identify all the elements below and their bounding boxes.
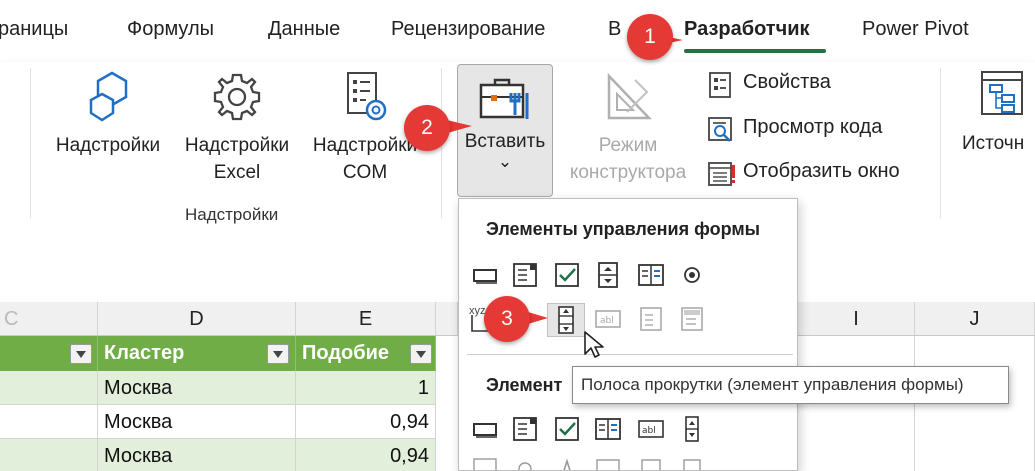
activex-toggle-icon[interactable] — [637, 457, 665, 471]
step-badge-three: 3 — [484, 296, 530, 342]
tab-data[interactable]: Данные — [268, 18, 340, 41]
activex-scroll-bar-icon[interactable] — [471, 457, 499, 471]
excel-addins-label-2: Excel — [213, 162, 261, 183]
checkbox-control-icon[interactable] — [553, 261, 581, 289]
table-cell[interactable] — [0, 439, 98, 471]
spin-button-icon[interactable] — [594, 261, 622, 289]
combo-box-icon[interactable] — [511, 261, 539, 289]
column-header-d[interactable]: D — [98, 302, 296, 336]
view-code-label: Просмотр кода — [743, 116, 883, 138]
tab-review[interactable]: Рецензирование — [391, 18, 545, 41]
column-header-e[interactable]: E — [296, 302, 436, 336]
similarity-header-label: Подобие — [302, 342, 390, 364]
table-cell[interactable] — [0, 371, 98, 405]
active-tab-indicator — [684, 49, 826, 53]
activex-list-box-icon[interactable] — [594, 415, 622, 443]
svg-text:abl: abl — [600, 316, 614, 326]
tab-power-pivot[interactable]: Power Pivot — [862, 18, 969, 41]
table-cell[interactable] — [0, 405, 98, 439]
button-control-icon[interactable] — [471, 261, 499, 289]
design-mode-button[interactable]: Режим конструктора — [562, 70, 694, 186]
ribbon-separator — [30, 68, 31, 218]
column-header-j[interactable]: J — [915, 302, 1035, 336]
chevron-down-icon: ⌄ — [497, 152, 513, 171]
activex-text-box-icon[interactable]: abl — [637, 415, 665, 443]
com-addins-label-2: COM — [342, 162, 388, 183]
activex-checkbox-icon[interactable] — [553, 415, 581, 443]
filter-dropdown-icon[interactable] — [267, 344, 289, 364]
combo-dropdown-edit-icon — [681, 307, 703, 331]
ribbon-tabs: раницы Формулы Данные Рецензирование В Р… — [0, 0, 1035, 62]
view-code-icon — [708, 117, 732, 142]
gallery-divider — [467, 354, 793, 355]
excel-addins-button[interactable]: Надстройки Excel — [178, 70, 296, 186]
mouse-pointer-icon — [584, 331, 604, 358]
addins-button[interactable]: Надстройки — [48, 70, 168, 159]
scroll-bar-icon — [558, 306, 574, 334]
dialog-window-icon — [708, 162, 735, 186]
activex-more-controls-icon[interactable] — [678, 457, 706, 471]
column-header-i[interactable]: I — [798, 302, 915, 336]
xml-source-icon — [981, 71, 1023, 115]
show-window-label: Отобразить окно — [743, 160, 900, 182]
list-box-icon[interactable] — [637, 261, 665, 289]
ribbon-separator — [940, 68, 941, 218]
command-button-icon[interactable] — [471, 415, 499, 443]
scroll-bar-tooltip: Полоса прокрутки (элемент управления фор… — [572, 366, 1009, 404]
step-badge-two: 2 — [404, 105, 450, 151]
table-cell-cluster[interactable]: Москва — [98, 371, 296, 405]
activex-image-icon[interactable] — [594, 457, 622, 471]
table-cell-cluster[interactable]: Москва — [98, 405, 296, 439]
form-controls-title: Элементы управления формы — [486, 219, 761, 239]
design-mode-label-2: конструктора — [569, 162, 687, 183]
activex-label-icon[interactable] — [553, 457, 581, 471]
gear-icon — [213, 73, 261, 121]
toolbox-icon — [479, 78, 529, 119]
tab-developer[interactable]: Разработчик — [684, 18, 810, 41]
properties-label: Свойства — [743, 71, 831, 93]
tab-page-layout[interactable]: раницы — [0, 18, 68, 41]
document-gear-icon — [347, 72, 387, 121]
option-button-icon[interactable] — [678, 261, 706, 289]
filter-dropdown-icon[interactable] — [70, 344, 92, 364]
column-header-c[interactable]: C — [0, 302, 98, 336]
properties-icon — [709, 72, 731, 98]
activex-controls-title: Элемент — [486, 375, 563, 395]
hexagon-addins-icon — [89, 71, 128, 122]
table-cell-similarity[interactable]: 0,94 — [296, 439, 436, 471]
filter-dropdown-icon[interactable] — [410, 344, 432, 364]
addins-group-label: Надстройки — [185, 205, 279, 224]
table-cell-similarity[interactable]: 1 — [296, 371, 436, 405]
activex-combo-box-icon[interactable] — [511, 415, 539, 443]
text-field-icon: abl — [595, 310, 621, 328]
table-cell-similarity[interactable]: 0,94 — [296, 405, 436, 439]
activex-spin-button-icon[interactable] — [678, 415, 706, 443]
addins-label: Надстройки — [55, 135, 161, 156]
activex-option-button-icon[interactable] — [511, 457, 539, 471]
svg-text:abl: abl — [642, 426, 656, 436]
cluster-header-label: Кластер — [104, 342, 185, 364]
scroll-bar-control[interactable] — [547, 303, 585, 337]
tab-formulas[interactable]: Формулы — [127, 18, 214, 41]
source-button[interactable]: Источн — [958, 70, 1035, 157]
step-badge-one: 1 — [627, 14, 673, 60]
source-label: Источн — [962, 133, 1025, 154]
column-header-f[interactable] — [436, 302, 458, 336]
excel-addins-label-1: Надстройки — [184, 135, 290, 156]
triangle-ruler-icon — [607, 72, 652, 120]
design-mode-label-1: Режим — [598, 135, 658, 156]
combo-list-edit-icon — [640, 307, 662, 331]
table-cell-cluster[interactable]: Москва — [98, 439, 296, 471]
